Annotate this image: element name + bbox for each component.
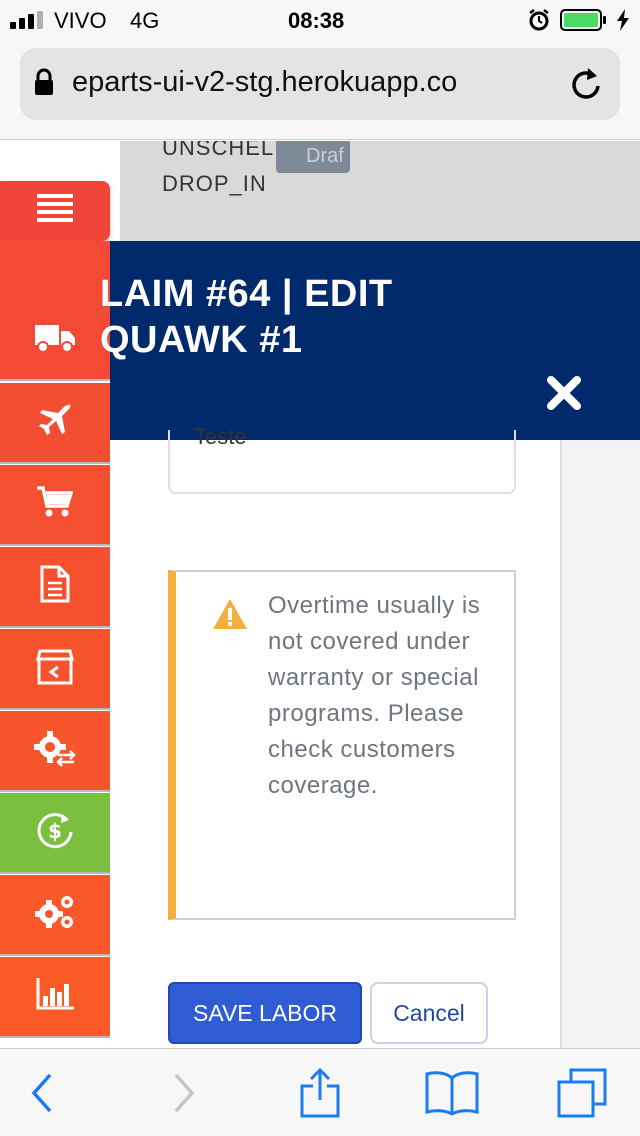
truck-icon	[35, 323, 75, 358]
gears-icon	[35, 894, 75, 935]
browser-address-area: eparts-ui-v2-stg.herokuapp.co	[0, 40, 640, 140]
modal-title-line1: LAIM #64 | EDIT	[100, 273, 393, 315]
sidebar-item-trucks[interactable]	[0, 241, 110, 381]
notes-field[interactable]: Teste	[168, 424, 516, 494]
forward-button[interactable]	[154, 1069, 214, 1121]
status-badge: Draf	[276, 141, 350, 173]
warning-icon	[212, 598, 248, 630]
modal-title: LAIM #64 | EDIT QUAWK #1	[100, 271, 393, 363]
bookmarks-button[interactable]	[422, 1069, 482, 1121]
lock-icon	[34, 68, 54, 101]
modal-header: LAIM #64 | EDIT QUAWK #1	[100, 241, 640, 440]
cart-icon	[37, 486, 74, 523]
page-content: UNSCHEL DROP_IN Draf $ LAIM #64 | EDIT Q…	[0, 141, 640, 1048]
signal-icon	[10, 11, 46, 34]
modal-title-line2: QUAWK #1	[100, 319, 303, 361]
sidebar-item-documents[interactable]	[0, 547, 110, 628]
sidebar-item-returns[interactable]	[0, 629, 110, 710]
sidebar-item-service[interactable]	[0, 711, 110, 792]
notes-field-value: Teste	[194, 424, 247, 449]
network-label: 4G	[130, 8, 160, 33]
cancel-button[interactable]: Cancel	[370, 982, 488, 1044]
hamburger-menu-icon	[37, 193, 73, 229]
tabs-button[interactable]	[552, 1068, 612, 1123]
sidebar-item-aircraft[interactable]	[0, 383, 110, 464]
sidebar-item-warranty[interactable]: $	[0, 793, 110, 874]
reload-icon[interactable]	[570, 66, 604, 107]
share-icon	[300, 1067, 340, 1123]
background-card-type: UNSCHEL	[162, 141, 275, 160]
return-box-icon	[36, 647, 74, 690]
address-bar[interactable]: eparts-ui-v2-stg.herokuapp.co	[20, 48, 620, 120]
svg-text:$: $	[48, 819, 62, 843]
document-icon	[40, 565, 70, 608]
sidebar-item-reports[interactable]	[0, 957, 110, 1038]
battery-icon	[560, 9, 608, 36]
warning-alert: Overtime usually is not covered under wa…	[168, 570, 516, 920]
warning-message: Overtime usually is not covered under wa…	[268, 592, 481, 799]
carrier-label: VIVO	[54, 8, 107, 33]
url-text[interactable]: eparts-ui-v2-stg.herokuapp.co	[72, 66, 550, 106]
tabs-icon	[557, 1068, 607, 1123]
gear-exchange-icon	[34, 729, 76, 772]
alarm-icon	[528, 9, 550, 36]
airplane-icon	[38, 403, 72, 442]
modal-body: Teste Overtime usually is not covered un…	[110, 424, 560, 1048]
charging-icon	[616, 9, 630, 36]
back-button[interactable]	[12, 1069, 72, 1121]
chevron-left-icon	[30, 1073, 54, 1118]
clock: 08:38	[288, 8, 345, 33]
modal-scroll-rail	[560, 440, 640, 1048]
browser-toolbar	[0, 1048, 640, 1136]
status-bar: VIVO 4G 08:38	[0, 0, 640, 40]
bar-chart-icon	[36, 978, 74, 1015]
background-card: UNSCHEL DROP_IN Draf	[120, 141, 640, 241]
close-icon[interactable]	[546, 375, 582, 411]
share-button[interactable]	[290, 1067, 350, 1123]
sidebar: $	[0, 141, 110, 1048]
sidebar-item-settings[interactable]	[0, 875, 110, 956]
save-labor-button[interactable]: SAVE LABOR	[168, 982, 362, 1044]
book-icon	[425, 1070, 479, 1121]
sidebar-item-cart[interactable]	[0, 465, 110, 546]
dollar-refresh-icon: $	[35, 810, 75, 855]
sidebar-item-menu[interactable]	[0, 181, 110, 241]
background-card-subtype: DROP_IN	[162, 171, 267, 196]
chevron-right-icon	[172, 1073, 196, 1118]
